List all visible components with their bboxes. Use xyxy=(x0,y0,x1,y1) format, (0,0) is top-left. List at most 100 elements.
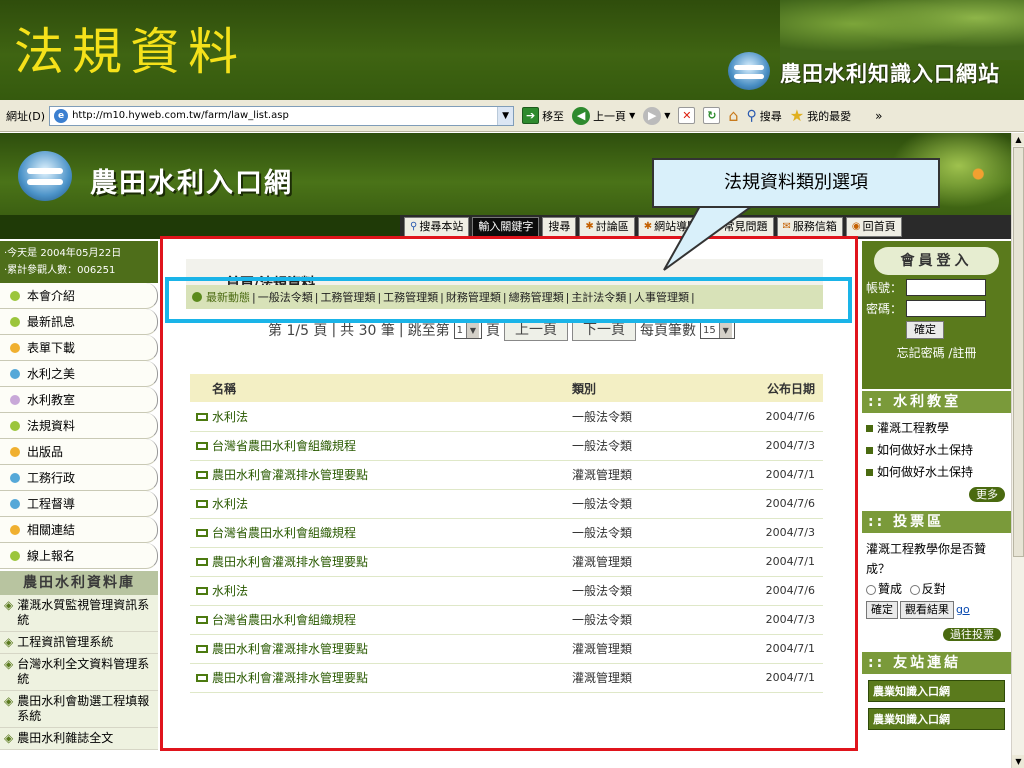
vertical-scrollbar[interactable]: ▲ ▼ xyxy=(1011,133,1024,768)
nav-faq[interactable]: ✱ 常見問題 xyxy=(707,217,774,237)
square-bullet-icon xyxy=(866,469,873,476)
forward-button[interactable]: ▶ ▼ xyxy=(643,106,670,125)
annotation-callout: 法規資料類別選項 xyxy=(652,158,940,208)
vote-submit-button[interactable]: 確定 xyxy=(866,601,898,619)
vote-heading: :: 投票區 xyxy=(862,511,1011,533)
sitemap-icon: ✱ xyxy=(643,221,653,232)
classroom-link-label: 如何做好水土保持 xyxy=(877,465,974,479)
keyword-input[interactable]: 輸入關鍵字 xyxy=(472,217,540,237)
sidebar-item[interactable]: 水利教室 xyxy=(0,387,158,413)
search-button[interactable]: ⚲ 搜尋 xyxy=(747,108,782,124)
scroll-down-icon[interactable]: ▼ xyxy=(1012,755,1024,768)
nav-forum-label: 討論區 xyxy=(595,220,629,233)
sidebar-item[interactable]: 工務行政 xyxy=(0,465,158,491)
back-button[interactable]: ◀ 上一頁 ▼ xyxy=(572,106,635,125)
back-arrow-icon: ◀ xyxy=(572,106,591,125)
sidebar-item[interactable]: 工程督導 xyxy=(0,491,158,517)
vote-yes-radio[interactable] xyxy=(866,584,876,595)
scroll-up-icon[interactable]: ▲ xyxy=(1012,133,1024,146)
sidebar-item[interactable]: 法規資料 xyxy=(0,413,158,439)
url-field[interactable]: e http://m10.hyweb.com.tw/farm/law_list.… xyxy=(49,105,515,126)
nav-home[interactable]: ◉ 回首頁 xyxy=(845,217,902,237)
database-link[interactable]: ◈ 台灣水利全文資料管理系統 xyxy=(0,654,158,691)
ie-page-icon: e xyxy=(54,108,69,123)
account-row: 帳號： xyxy=(866,279,1007,296)
vote-no-radio[interactable] xyxy=(909,584,920,595)
vote-question: 灌溉工程教學你是否贊成？ xyxy=(866,542,987,576)
password-input[interactable] xyxy=(906,300,987,317)
nav-site-search[interactable]: ⚲ 搜尋本站 xyxy=(404,217,470,237)
stop-button[interactable]: ✕ xyxy=(678,107,696,124)
nav-search-button[interactable]: 搜尋 xyxy=(542,217,577,237)
diamond-icon: ◈ xyxy=(4,598,14,612)
bullet-icon xyxy=(10,446,20,457)
search-label: 搜尋 xyxy=(759,109,782,123)
favorites-button[interactable]: ★ 我的最愛 xyxy=(790,106,851,125)
more-button[interactable]: 更多 xyxy=(969,487,1005,502)
diamond-icon: ◈ xyxy=(4,731,14,745)
refresh-button[interactable]: ↻ xyxy=(703,107,721,124)
sidebar-item[interactable]: 表單下載 xyxy=(0,335,158,361)
slide-title: 法規資料 xyxy=(14,23,246,81)
friend-banner[interactable]: 農業知識入口網 xyxy=(868,680,1005,702)
scroll-thumb[interactable] xyxy=(1013,147,1024,557)
sidebar-item[interactable]: 最新訊息 xyxy=(0,309,158,335)
sidebar-item[interactable]: 出版品 xyxy=(0,439,158,465)
square-bullet-icon xyxy=(866,425,873,432)
database-link-label: 台灣水利全文資料管理系統 xyxy=(17,657,150,686)
nav-site-search-label: 搜尋本站 xyxy=(419,220,464,233)
visitor-count: ‧累計參觀人數：006251 xyxy=(4,265,116,276)
home-button[interactable]: ⌂ xyxy=(728,106,738,125)
database-link[interactable]: ◈ 農田水利雜誌全文 xyxy=(0,728,158,750)
classroom-link[interactable]: 如何做好水土保持 xyxy=(866,439,1007,461)
database-title: 農田水利資料庫 xyxy=(0,571,158,595)
login-title: 會員登入 xyxy=(874,247,999,275)
nav-faq-label: 常見問題 xyxy=(723,220,768,233)
bullet-icon xyxy=(10,316,20,327)
sidebar-item-label: 表單下載 xyxy=(27,341,76,355)
login-confirm-button[interactable]: 確定 xyxy=(906,321,944,339)
database-link-label: 農田水利會勘選工程填報系統 xyxy=(17,694,150,723)
toolbar-more-icon[interactable]: » xyxy=(875,109,882,123)
database-link[interactable]: ◈ 工程資訊管理系統 xyxy=(0,632,158,654)
classroom-link[interactable]: 灌溉工程教學 xyxy=(866,417,1007,439)
url-dropdown-icon[interactable]: ▼ xyxy=(497,106,514,125)
nav-mailbox-label: 服務信箱 xyxy=(792,220,837,233)
nav-mailbox[interactable]: ✉ 服務信箱 xyxy=(776,217,843,237)
vote-yes-label: 贊成 xyxy=(878,582,903,596)
home-icon: ⌂ xyxy=(728,106,739,125)
bullet-icon xyxy=(10,368,20,379)
left-sidebar: ‧今天是 2004年05月22日 ‧累計參觀人數：006251 本會介紹最新訊息… xyxy=(0,241,158,768)
faq-icon: ✱ xyxy=(713,221,722,232)
go-button[interactable]: ➔ 移至 xyxy=(522,107,564,124)
past-votes-button[interactable]: 過往投票 xyxy=(943,628,1001,641)
vote-title: 投票區 xyxy=(893,514,945,530)
classroom-list: 灌溉工程教學 如何做好水土保持 如何做好水土保持 xyxy=(862,413,1011,487)
sidebar-item-label: 工務行政 xyxy=(27,471,76,485)
sidebar-item[interactable]: 水利之美 xyxy=(0,361,158,387)
database-link[interactable]: ◈ 農田水利會勘選工程填報系統 xyxy=(0,691,158,728)
database-link[interactable]: ◈ 灌溉水質監視管理資訊系統 xyxy=(0,595,158,632)
nav-sitemap[interactable]: ✱ 網站導覽 xyxy=(637,217,705,237)
header-decoration xyxy=(780,0,1024,60)
magnifier-icon: ⚲ xyxy=(410,221,418,232)
nav-forum[interactable]: ✱ 討論區 xyxy=(579,217,635,237)
bullet-icon xyxy=(10,342,20,353)
friend-banner[interactable]: 農業知識入口網 xyxy=(868,708,1005,730)
vote-results-button[interactable]: 觀看結果 xyxy=(900,601,954,619)
forgot-register-link[interactable]: 忘記密碼 /註冊 xyxy=(866,344,1007,361)
go-label: 移至 xyxy=(542,109,565,123)
heading-dots: :: xyxy=(868,655,894,671)
sidebar-item-label: 相關連結 xyxy=(27,523,76,537)
sidebar-item[interactable]: 本會介紹 xyxy=(0,283,158,309)
site-logo-icon[interactable] xyxy=(18,151,72,201)
sidebar-item-label: 最新訊息 xyxy=(27,315,76,329)
go-arrow-icon: ➔ xyxy=(522,107,540,124)
address-bar: 網址(D) e http://m10.hyweb.com.tw/farm/law… xyxy=(0,100,1024,132)
sidebar-item[interactable]: 線上報名 xyxy=(0,543,158,569)
site-info: ‧今天是 2004年05月22日 ‧累計參觀人數：006251 xyxy=(0,241,158,283)
classroom-link[interactable]: 如何做好水土保持 xyxy=(866,461,1007,483)
account-input[interactable] xyxy=(906,279,987,296)
vote-go-link[interactable]: go xyxy=(956,603,970,616)
sidebar-item[interactable]: 相關連結 xyxy=(0,517,158,543)
